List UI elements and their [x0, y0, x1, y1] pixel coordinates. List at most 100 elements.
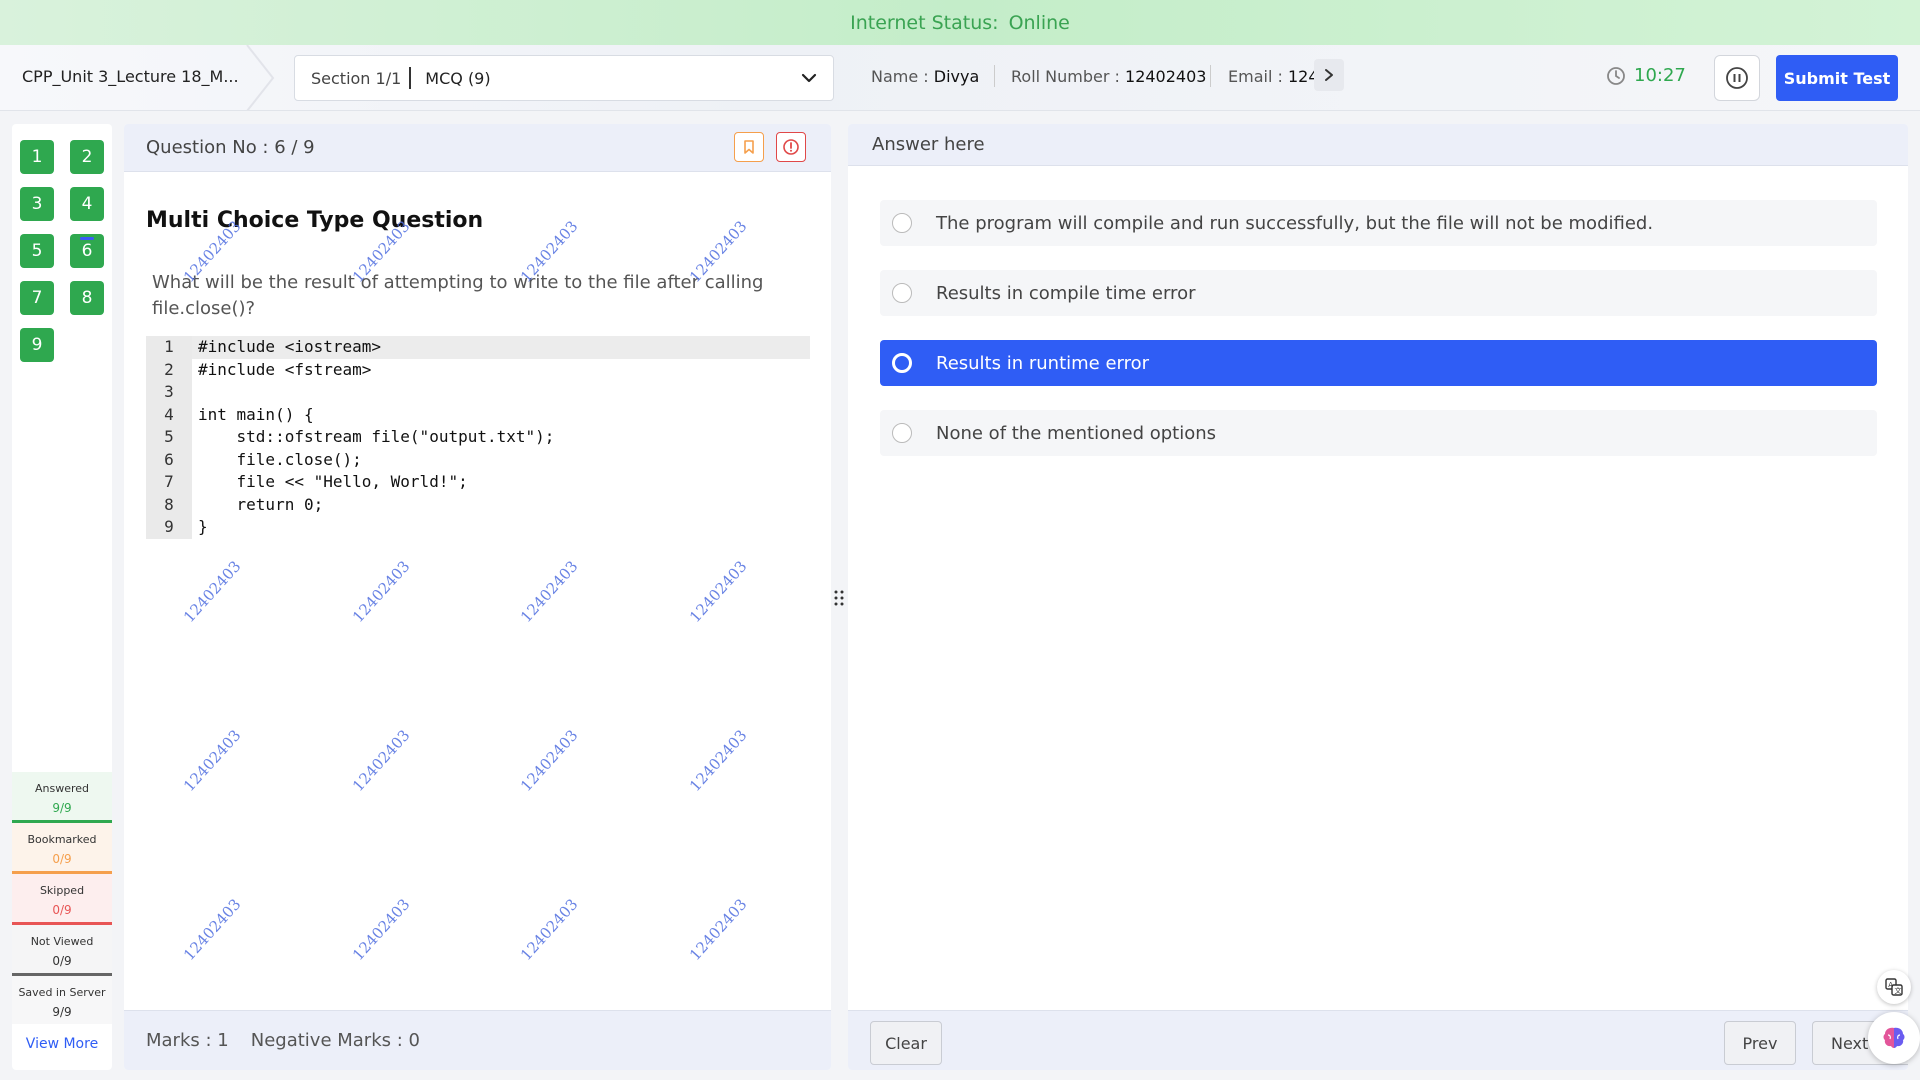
answer-panel: Answer here The program will compile and… — [848, 124, 1908, 1070]
answer-option-2[interactable]: Results in compile time error — [880, 270, 1877, 316]
line-number: 6 — [146, 448, 192, 471]
stat-bookmarked-label: Bookmarked — [27, 833, 97, 846]
roll-value: 12402403 — [1125, 67, 1207, 86]
meta-divider — [1210, 65, 1211, 87]
section-label: Section 1/1 — [311, 68, 402, 88]
code-line: 8 return 0; — [146, 493, 810, 516]
radio-button[interactable] — [892, 213, 912, 233]
line-number: 4 — [146, 403, 192, 426]
question-navigator: 1 2 3 4 5 6 7 8 9 Answered 9/9 Bookmarke… — [12, 124, 112, 1070]
stat-not-viewed: Not Viewed 0/9 — [12, 925, 112, 976]
show-more-info-button[interactable] — [1314, 59, 1344, 91]
watermark: 12402403 — [686, 726, 751, 796]
question-stats: Answered 9/9 Bookmarked 0/9 Skipped 0/9 … — [12, 772, 112, 1052]
code-line: 2 #include <fstream> — [146, 358, 810, 381]
name-value: Divya — [933, 67, 980, 86]
answer-option-3[interactable]: Results in runtime error — [880, 340, 1877, 386]
question-button-5[interactable]: 5 — [20, 234, 54, 268]
section-type-label: MCQ (9) — [425, 68, 491, 88]
stat-not-viewed-value: 0/9 — [52, 954, 72, 968]
bookmark-button[interactable] — [734, 132, 764, 162]
option-label: Results in compile time error — [936, 282, 1196, 304]
line-number: 2 — [146, 358, 192, 381]
submit-test-button[interactable]: Submit Test — [1776, 55, 1898, 101]
question-button-2[interactable]: 2 — [70, 140, 104, 174]
internet-status-bar: Internet Status: Online — [0, 0, 1920, 45]
marks: Marks : 1 — [146, 1030, 229, 1051]
watermark: 12402403 — [686, 895, 751, 965]
question-button-7[interactable]: 7 — [20, 281, 54, 315]
translate-button[interactable]: A 文 — [1877, 970, 1911, 1004]
line-number: 1 — [146, 336, 192, 359]
drag-handle-icon[interactable] — [833, 588, 845, 608]
stat-saved: Saved in Server 9/9 — [12, 976, 112, 1024]
meta-divider — [994, 65, 995, 87]
stat-answered: Answered 9/9 — [12, 772, 112, 823]
roll-number: Roll Number : 12402403 — [1011, 67, 1206, 86]
pause-button[interactable] — [1714, 55, 1760, 101]
code-line: 4 int main() { — [146, 403, 810, 426]
line-number: 9 — [146, 516, 192, 539]
watermark: 12402403 — [180, 557, 245, 627]
code-line: 9 } — [146, 516, 810, 539]
question-button-9[interactable]: 9 — [20, 328, 54, 362]
roll-label: Roll Number : — [1011, 67, 1120, 86]
stat-answered-label: Answered — [34, 782, 90, 795]
watermark: 12402403 — [686, 557, 751, 627]
stat-saved-value: 9/9 — [52, 1005, 72, 1019]
watermark: 12402403 — [349, 726, 414, 796]
report-button[interactable] — [776, 132, 806, 162]
line-code: file.close(); — [198, 449, 362, 469]
title-separator-icon — [246, 45, 275, 111]
answer-panel-header: Answer here — [848, 124, 1908, 166]
section-dropdown[interactable]: Section 1/1 MCQ (9) — [294, 55, 834, 101]
stat-not-viewed-label: Not Viewed — [30, 935, 94, 948]
option-label: None of the mentioned options — [936, 422, 1217, 444]
bookmark-icon — [744, 140, 754, 154]
stat-skipped-value: 0/9 — [52, 903, 72, 917]
question-panel-header: Question No : 6 / 9 — [124, 124, 831, 172]
question-button-6[interactable]: 6 — [70, 234, 104, 268]
question-button-8[interactable]: 8 — [70, 281, 104, 315]
clear-button[interactable]: Clear — [870, 1021, 942, 1065]
question-button-4[interactable]: 4 — [70, 187, 104, 221]
code-block: 1 #include <iostream> 2 #include <fstrea… — [146, 336, 810, 539]
question-number: Question No : 6 / 9 — [146, 137, 315, 158]
ai-assistant-button[interactable] — [1868, 1012, 1920, 1064]
question-grid: 1 2 3 4 5 6 7 8 9 — [20, 140, 106, 362]
watermark: 12402403 — [517, 726, 582, 796]
watermark: 12402403 — [349, 557, 414, 627]
candidate-name: Name : Divya — [871, 67, 979, 86]
radio-button[interactable] — [892, 423, 912, 443]
radio-button[interactable] — [892, 353, 912, 373]
question-button-3[interactable]: 3 — [20, 187, 54, 221]
question-button-1[interactable]: 1 — [20, 140, 54, 174]
stat-answered-value: 9/9 — [52, 801, 72, 815]
name-label: Name : — [871, 67, 929, 86]
pause-icon — [1726, 67, 1748, 89]
prev-button[interactable]: Prev — [1724, 1021, 1796, 1065]
watermark: 12402403 — [180, 726, 245, 796]
section-divider — [409, 67, 412, 89]
stat-skipped-label: Skipped — [39, 884, 85, 897]
radio-button[interactable] — [892, 283, 912, 303]
stat-saved-label: Saved in Server — [18, 986, 106, 999]
watermark: 12402403 — [349, 895, 414, 965]
stat-bookmarked-value: 0/9 — [52, 852, 72, 866]
stat-skipped: Skipped 0/9 — [12, 874, 112, 925]
internet-status-value: Online — [1008, 11, 1070, 34]
answer-option-4[interactable]: None of the mentioned options — [880, 410, 1877, 456]
internet-status-label: Internet Status: — [850, 11, 999, 34]
line-number: 5 — [146, 426, 192, 449]
chevron-right-icon — [1325, 69, 1333, 81]
translate-icon: A 文 — [1885, 978, 1903, 996]
answer-option-1[interactable]: The program will compile and run success… — [880, 200, 1877, 246]
code-line: 5 std::ofstream file("output.txt"); — [146, 426, 810, 449]
chevron-down-icon — [801, 73, 817, 83]
view-more-link[interactable]: View More — [12, 1036, 112, 1052]
code-line: 3 — [146, 381, 810, 404]
answer-panel-footer: Clear Prev Next — [848, 1010, 1908, 1070]
alert-icon — [783, 139, 799, 155]
watermark: 12402403 — [180, 895, 245, 965]
code-line: 6 file.close(); — [146, 448, 810, 471]
